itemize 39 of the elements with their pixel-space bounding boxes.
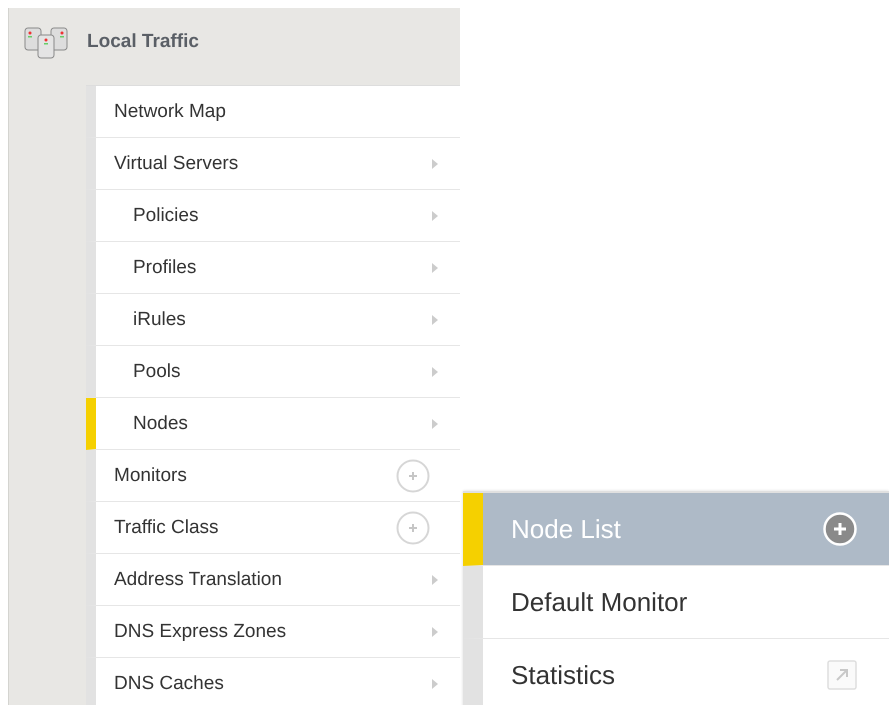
menu-label: DNS Express Zones <box>114 620 286 642</box>
menu-label: Nodes <box>133 412 188 434</box>
add-icon[interactable] <box>396 510 430 544</box>
menu-item[interactable]: DNS Caches <box>86 658 460 705</box>
arrow-icon <box>432 314 438 324</box>
menu-label: iRules <box>133 308 186 330</box>
menu-label: Pools <box>133 360 181 382</box>
section-title: Local Traffic <box>87 31 199 53</box>
menu-item[interactable]: Profiles <box>86 242 460 294</box>
menu-label: Address Translation <box>114 568 282 590</box>
menu-label: DNS Caches <box>114 672 224 694</box>
submenu-item[interactable]: Default Monitor <box>463 566 889 639</box>
menu-item[interactable]: Network Map <box>86 86 460 138</box>
arrow-icon <box>432 366 438 376</box>
arrow-icon <box>432 210 438 220</box>
arrow-icon <box>432 158 438 168</box>
menu-item[interactable]: Virtual Servers <box>86 138 460 190</box>
submenu-item[interactable]: Statistics <box>463 639 889 705</box>
menu-label: Monitors <box>114 464 187 486</box>
menu-label: Profiles <box>133 256 196 278</box>
menu-item[interactable]: Nodes <box>86 398 460 450</box>
menu-label: Policies <box>133 204 198 226</box>
menu-item[interactable]: iRules <box>86 294 460 346</box>
menu-item[interactable]: Policies <box>86 190 460 242</box>
submenu-label: Statistics <box>511 660 616 690</box>
submenu-label: Node List <box>511 514 621 544</box>
menu-item[interactable]: DNS Express Zones <box>86 606 460 658</box>
arrow-icon <box>432 678 438 688</box>
menu-label: Traffic Class <box>114 516 219 538</box>
arrow-icon <box>432 574 438 584</box>
submenu-label: Default Monitor <box>511 586 688 618</box>
arrow-icon <box>432 626 438 636</box>
external-link-icon[interactable] <box>827 660 857 690</box>
menu-item[interactable]: Pools <box>86 346 460 398</box>
menu-label: Network Map <box>114 100 226 122</box>
add-icon[interactable] <box>396 458 430 492</box>
arrow-icon <box>432 262 438 272</box>
arrow-icon <box>432 418 438 428</box>
menu-label: Virtual Servers <box>114 152 238 174</box>
